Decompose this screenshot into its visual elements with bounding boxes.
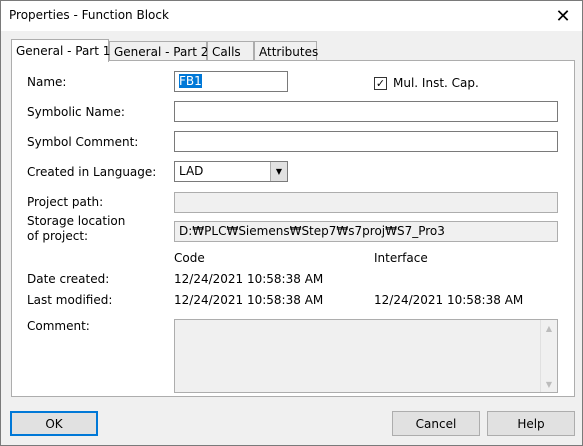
comment-textarea[interactable]: ▲ ▼: [174, 319, 558, 393]
title-bar: Properties - Function Block ✕: [1, 1, 582, 31]
tab-general-part-1[interactable]: General - Part 1: [11, 39, 111, 62]
name-label: Name:: [27, 75, 67, 89]
language-label: Created in Language:: [27, 165, 157, 179]
tab-calls[interactable]: Calls: [207, 41, 254, 61]
symbolic-name-field[interactable]: [174, 101, 558, 122]
symbol-comment-field[interactable]: [174, 131, 558, 152]
cancel-button-label: Cancel: [415, 416, 457, 431]
storage-location-label: Storage location: [27, 214, 126, 228]
last-modified-label: Last modified:: [27, 293, 113, 307]
close-icon: ✕: [555, 5, 571, 27]
ok-button-label: OK: [45, 416, 63, 431]
code-column-header: Code: [174, 251, 205, 265]
properties-dialog: Properties - Function Block ✕ General - …: [0, 0, 583, 446]
mul-inst-checkbox[interactable]: ✓: [374, 77, 387, 90]
language-value: LAD: [179, 164, 204, 178]
storage-location-field: D:₩PLC₩Siemens₩Step7₩s7proj₩S7_Pro3: [174, 221, 558, 242]
close-button[interactable]: ✕: [548, 3, 578, 29]
checkmark-icon: ✓: [375, 77, 386, 90]
date-created-label: Date created:: [27, 272, 110, 286]
window-title: Properties - Function Block: [9, 8, 169, 22]
last-modified-interface: 12/24/2021 10:58:38 AM: [374, 293, 524, 307]
help-button[interactable]: Help: [487, 411, 575, 436]
tab-attributes[interactable]: Attributes: [254, 41, 319, 61]
tab-label: Calls: [212, 44, 241, 59]
language-select[interactable]: LAD ▼: [174, 161, 288, 182]
cancel-button[interactable]: Cancel: [392, 411, 480, 436]
comment-scrollbar[interactable]: ▲ ▼: [540, 320, 557, 392]
chevron-down-icon[interactable]: ▼: [270, 162, 287, 181]
symbolic-name-label: Symbolic Name:: [27, 105, 125, 119]
tab-label: General - Part 2: [114, 44, 209, 59]
last-modified-code: 12/24/2021 10:58:38 AM: [174, 293, 324, 307]
scroll-up-icon[interactable]: ▲: [541, 320, 557, 336]
general-part-1-panel: Name: FB1 ✓ Mul. Inst. Cap. Symbolic Nam…: [11, 60, 575, 397]
name-value: FB1: [179, 74, 202, 88]
symbol-comment-label: Symbol Comment:: [27, 135, 139, 149]
help-button-label: Help: [517, 416, 545, 431]
comment-label: Comment:: [27, 319, 90, 333]
interface-column-header: Interface: [374, 251, 428, 265]
date-created-code: 12/24/2021 10:58:38 AM: [174, 272, 324, 286]
name-field[interactable]: FB1: [174, 71, 288, 92]
storage-location-label-line2: of project:: [27, 229, 89, 243]
mul-inst-label: Mul. Inst. Cap.: [393, 76, 479, 90]
tab-label: Attributes: [259, 44, 319, 59]
scroll-down-icon[interactable]: ▼: [541, 376, 557, 392]
ok-button[interactable]: OK: [10, 411, 98, 436]
tab-general-part-2[interactable]: General - Part 2: [109, 41, 209, 61]
tab-label: General - Part 1: [16, 44, 111, 58]
project-path-field: [174, 192, 558, 213]
storage-location-value: D:₩PLC₩Siemens₩Step7₩s7proj₩S7_Pro3: [179, 224, 445, 238]
project-path-label: Project path:: [27, 195, 104, 209]
